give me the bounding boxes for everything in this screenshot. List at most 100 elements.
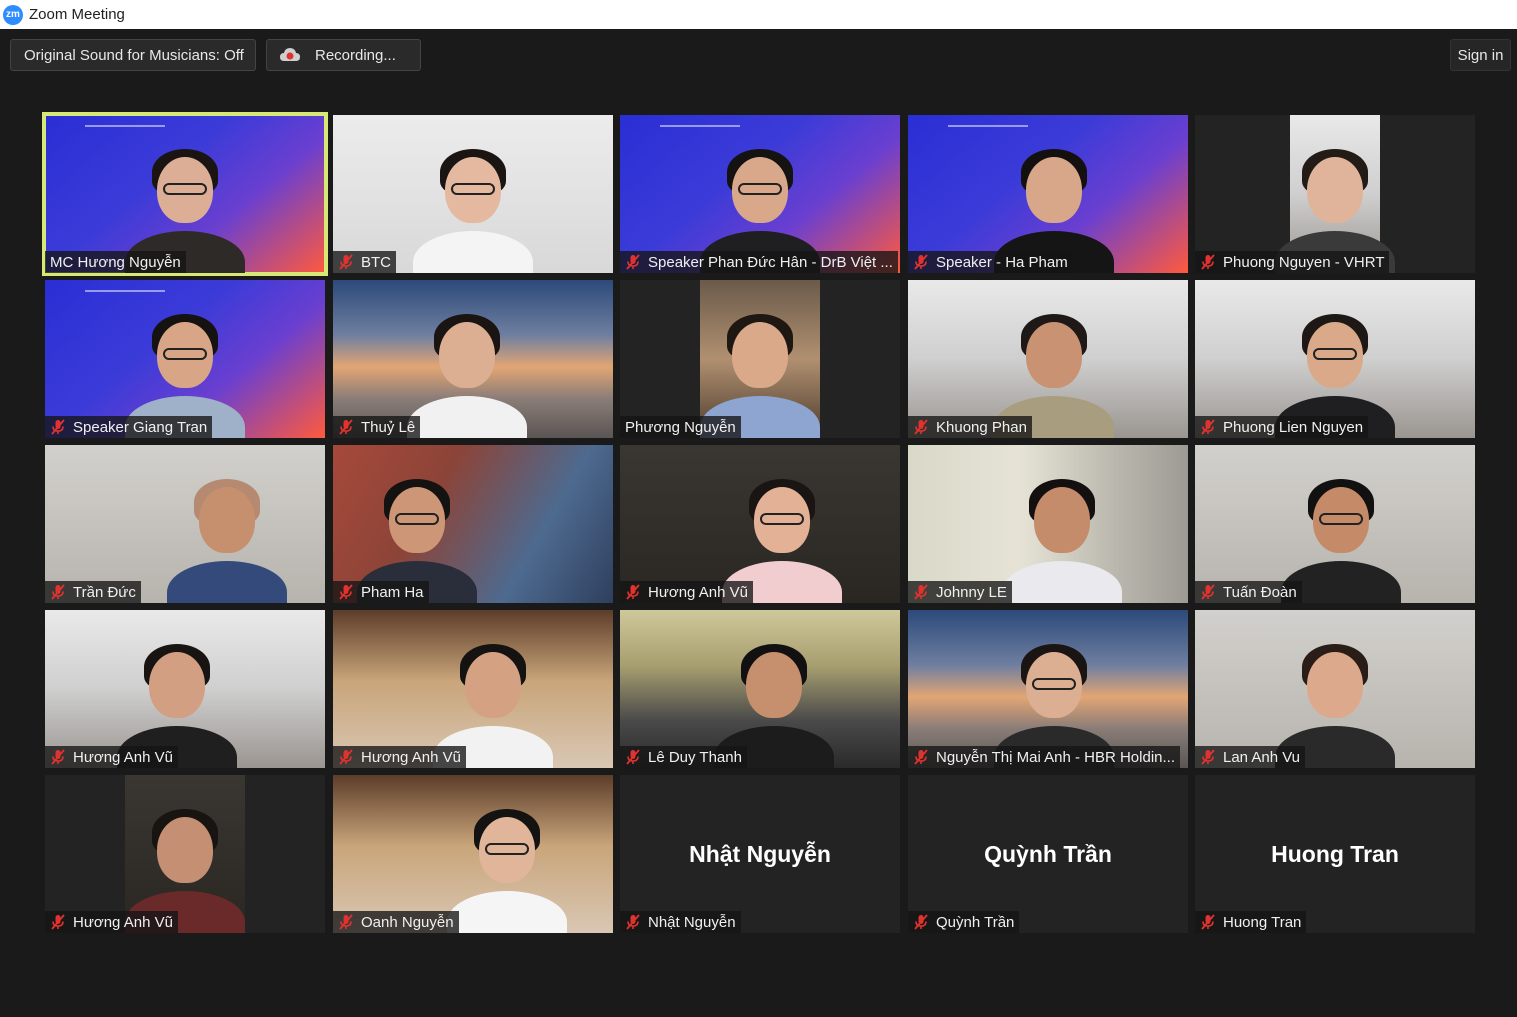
muted-mic-icon: [49, 748, 67, 766]
participant-video-frame: [125, 775, 245, 933]
participant-name-label: Trần Đức: [45, 581, 141, 603]
participant-tile[interactable]: MC Hương Nguyễn: [42, 112, 328, 276]
muted-mic-icon: [912, 418, 930, 436]
sign-in-button[interactable]: Sign in: [1450, 39, 1511, 71]
participant-video-person: [413, 143, 533, 273]
participant-video-frame: [1275, 115, 1395, 273]
participant-center-name: Huong Tran: [1271, 840, 1399, 867]
participant-name: Nhật Nguyễn: [648, 913, 736, 931]
muted-mic-icon: [1199, 418, 1217, 436]
muted-mic-icon: [337, 913, 355, 931]
muted-mic-icon: [49, 418, 67, 436]
participant-name-label: Khuong Phan: [908, 416, 1032, 438]
participant-name-label: Speaker Phan Đức Hân - DrB Việt ...: [620, 251, 898, 273]
participant-name-label: BTC: [333, 251, 396, 273]
participant-name-label: Phuong Nguyen - VHRT: [1195, 251, 1390, 273]
participant-tile[interactable]: Thuỷ Lê: [333, 280, 613, 438]
muted-mic-icon: [337, 418, 355, 436]
meeting-top-bar: Original Sound for Musicians: Off Record…: [0, 29, 1517, 81]
participant-tile[interactable]: Hương Anh Vũ: [45, 775, 325, 933]
participant-name: Lê Duy Thanh: [648, 748, 742, 766]
participant-name-label: Speaker Giang Tran: [45, 416, 213, 438]
participant-tile[interactable]: BTC: [333, 115, 613, 273]
participant-tile[interactable]: Tuấn Đoàn: [1195, 445, 1475, 603]
muted-mic-icon: [912, 748, 930, 766]
muted-mic-icon: [337, 748, 355, 766]
participant-tile[interactable]: Phương Nguyễn: [620, 280, 900, 438]
participant-name: Johnny LE: [936, 583, 1007, 601]
participant-name-label: Hương Anh Vũ: [333, 746, 466, 768]
participant-name: Tuấn Đoàn: [1223, 583, 1297, 601]
sign-in-label: Sign in: [1457, 46, 1504, 64]
participant-name: Hương Anh Vũ: [73, 748, 173, 766]
muted-mic-icon: [1199, 748, 1217, 766]
participant-video-person: [446, 803, 567, 933]
participant-name: Pham Ha: [361, 583, 424, 601]
participant-name: Oanh Nguyễn: [361, 913, 454, 931]
participant-name-label: Lê Duy Thanh: [620, 746, 747, 768]
participant-tile[interactable]: Nhật Nguyễn Nhật Nguyễn: [620, 775, 900, 933]
muted-mic-icon: [337, 583, 355, 601]
participant-video-person: [407, 308, 528, 438]
participant-tile[interactable]: Khuong Phan: [908, 280, 1188, 438]
participant-tile[interactable]: Pham Ha: [333, 445, 613, 603]
participant-tile[interactable]: Speaker - Ha Pham: [908, 115, 1188, 273]
participant-name-label: Tuấn Đoàn: [1195, 581, 1302, 603]
participant-tile[interactable]: Lê Duy Thanh: [620, 610, 900, 768]
participant-tile[interactable]: Hương Anh Vũ: [45, 610, 325, 768]
participant-tile[interactable]: Johnny LE: [908, 445, 1188, 603]
original-sound-button[interactable]: Original Sound for Musicians: Off: [10, 39, 256, 71]
participant-name: Hương Anh Vũ: [361, 748, 461, 766]
participant-tile[interactable]: Speaker Giang Tran: [45, 280, 325, 438]
participant-name: MC Hương Nguyễn: [50, 253, 181, 271]
participant-tile[interactable]: Oanh Nguyễn: [333, 775, 613, 933]
participant-name: Trần Đức: [73, 583, 136, 601]
participant-name: Huong Tran: [1223, 913, 1302, 931]
muted-mic-icon: [337, 253, 355, 271]
muted-mic-icon: [912, 253, 930, 271]
participant-video-person: [1002, 473, 1122, 603]
recording-label: Recording...: [315, 46, 396, 64]
participant-tile[interactable]: Lan Anh Vu: [1195, 610, 1475, 768]
participant-name-label: Nguyễn Thị Mai Anh - HBR Holdin...: [908, 746, 1180, 768]
participant-name: Nguyễn Thị Mai Anh - HBR Holdin...: [936, 748, 1175, 766]
recording-button[interactable]: Recording...: [266, 39, 421, 71]
participant-name: Speaker Giang Tran: [73, 418, 208, 436]
participant-tile[interactable]: Trần Đức: [45, 445, 325, 603]
muted-mic-icon: [624, 913, 642, 931]
participant-name-label: Johnny LE: [908, 581, 1012, 603]
participant-name: Quỳnh Trần: [936, 913, 1015, 931]
muted-mic-icon: [624, 253, 642, 271]
participant-video-frame: [700, 280, 820, 438]
participant-name-label: Quỳnh Trần: [908, 911, 1020, 933]
original-sound-label: Original Sound for Musicians: Off: [24, 46, 244, 64]
participant-name-label: Lan Anh Vu: [1195, 746, 1306, 768]
participant-name: BTC: [361, 253, 391, 271]
participant-center-name: Quỳnh Trần: [984, 840, 1112, 867]
cloud-recording-icon: [280, 48, 300, 61]
participant-name-label: Huong Tran: [1195, 911, 1307, 933]
participant-tile[interactable]: Phuong Nguyen - VHRT: [1195, 115, 1475, 273]
participant-tile[interactable]: Nguyễn Thị Mai Anh - HBR Holdin...: [908, 610, 1188, 768]
participant-tile[interactable]: Quỳnh Trần Quỳnh Trần: [908, 775, 1188, 933]
participant-name: Thuỷ Lê: [361, 418, 416, 436]
participant-name-label: Oanh Nguyễn: [333, 911, 459, 933]
participant-tile[interactable]: Hương Anh Vũ: [333, 610, 613, 768]
zoom-app-icon: zm: [3, 4, 23, 25]
participant-tile[interactable]: Speaker Phan Đức Hân - DrB Việt ...: [620, 115, 900, 273]
participant-name-label: Pham Ha: [333, 581, 429, 603]
muted-mic-icon: [1199, 253, 1217, 271]
muted-mic-icon: [49, 583, 67, 601]
participant-name: Speaker Phan Đức Hân - DrB Việt ...: [648, 253, 893, 271]
participant-tile[interactable]: Huong Tran Huong Tran: [1195, 775, 1475, 933]
participant-name: Hương Anh Vũ: [73, 913, 173, 931]
participant-tile[interactable]: Hương Anh Vũ: [620, 445, 900, 603]
participant-name-label: Phuong Lien Nguyen: [1195, 416, 1369, 438]
participant-tile[interactable]: Phuong Lien Nguyen: [1195, 280, 1475, 438]
muted-mic-icon: [624, 583, 642, 601]
participant-name-label: Hương Anh Vũ: [620, 581, 753, 603]
participant-name-label: Thuỷ Lê: [333, 416, 421, 438]
muted-mic-icon: [912, 913, 930, 931]
participant-name: Phuong Lien Nguyen: [1223, 418, 1364, 436]
participant-name-label: MC Hương Nguyễn: [45, 251, 186, 273]
